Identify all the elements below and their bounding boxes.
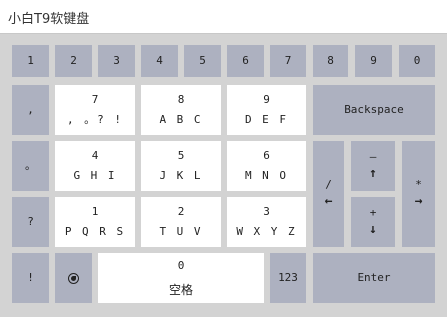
key-1-label: 1 — [27, 54, 34, 67]
t9-key-0-space[interactable]: 0 空格 — [98, 253, 264, 303]
key-question[interactable]: ? — [12, 197, 49, 247]
t9-key-3-letters: W X Y Z — [236, 225, 297, 238]
key-period-label: 。 — [25, 159, 36, 172]
key-question-label: ? — [27, 215, 34, 228]
key-period[interactable]: 。 — [12, 141, 49, 191]
t9-key-5-digit: 5 — [177, 149, 185, 162]
key-9[interactable]: 9 — [355, 45, 392, 77]
backspace-label: Backspace — [344, 103, 404, 116]
t9-key-2-digit: 2 — [177, 205, 185, 218]
arrow-up-icon: ↑ — [369, 166, 377, 181]
t9-key-3[interactable]: 3 W X Y Z — [227, 197, 306, 247]
t9-key-2[interactable]: 2 T U V — [141, 197, 221, 247]
t9-keyboard-window: 小白T9软键盘 1 2 3 4 5 6 7 8 9 0 , 。 ? ! 7 , … — [0, 0, 447, 317]
key-exclaim-label: ! — [27, 271, 34, 284]
t9-key-6[interactable]: 6 M N O — [227, 141, 306, 191]
t9-key-8[interactable]: 8 A B C — [141, 85, 221, 135]
mode-123-button[interactable]: 123 — [270, 253, 306, 303]
key-8[interactable]: 8 — [313, 45, 348, 77]
window-title: 小白T9软键盘 — [8, 12, 90, 27]
t9-key-0-digit: 0 — [177, 258, 185, 272]
t9-key-6-digit: 6 — [263, 149, 270, 162]
t9-key-7-letters: , 。? ! — [66, 113, 124, 126]
t9-key-9-digit: 9 — [263, 93, 270, 106]
key-2-label: 2 — [70, 54, 77, 67]
key-4[interactable]: 4 — [141, 45, 178, 77]
key-0[interactable]: 0 — [399, 45, 435, 77]
t9-key-7-digit: 7 — [91, 93, 99, 106]
key-5[interactable]: 5 — [184, 45, 221, 77]
slash-left-key[interactable]: / ← — [313, 141, 344, 247]
key-3-label: 3 — [113, 54, 120, 67]
t9-key-5[interactable]: 5 J K L — [141, 141, 221, 191]
enter-button[interactable]: Enter — [313, 253, 435, 303]
arrow-left-icon: ← — [324, 194, 333, 209]
mode-123-label: 123 — [278, 271, 298, 284]
key-comma-label: , — [27, 103, 34, 116]
star-symbol: * — [415, 178, 422, 191]
t9-key-8-digit: 8 — [177, 93, 185, 106]
t9-key-1[interactable]: 1 P Q R S — [55, 197, 135, 247]
key-7[interactable]: 7 — [270, 45, 306, 77]
t9-key-4[interactable]: 4 G H I — [55, 141, 135, 191]
t9-key-7[interactable]: 7 , 。? ! — [55, 85, 135, 135]
t9-key-1-letters: P Q R S — [64, 225, 126, 238]
space-label: 空格 — [168, 282, 193, 297]
t9-key-4-digit: 4 — [91, 149, 99, 162]
backspace-button[interactable]: Backspace — [313, 85, 435, 135]
key-4-label: 4 — [156, 54, 163, 67]
globe-icon — [68, 272, 79, 284]
t9-key-3-digit: 3 — [263, 205, 270, 218]
slash-symbol: / — [325, 178, 332, 191]
key-7-label: 7 — [284, 54, 292, 67]
t9-key-4-letters: G H I — [73, 169, 117, 182]
key-5-label: 5 — [199, 54, 206, 67]
key-3[interactable]: 3 — [98, 45, 135, 77]
title-bar: 小白T9软键盘 — [0, 0, 447, 34]
minus-up-key[interactable]: – ↑ — [351, 141, 395, 191]
t9-key-6-letters: M N O — [244, 169, 289, 182]
key-2[interactable]: 2 — [55, 45, 92, 77]
t9-key-1-digit: 1 — [91, 205, 99, 218]
minus-symbol: – — [369, 150, 377, 163]
arrow-right-icon: → — [414, 194, 423, 209]
t9-key-5-letters: J K L — [159, 169, 203, 182]
key-8-label: 8 — [327, 54, 334, 67]
key-1[interactable]: 1 — [12, 45, 49, 77]
star-right-key[interactable]: * → — [402, 141, 435, 247]
key-exclaim[interactable]: ! — [12, 253, 49, 303]
key-0-label: 0 — [413, 54, 421, 67]
plus-symbol: + — [369, 206, 377, 219]
plus-down-key[interactable]: + ↓ — [351, 197, 395, 247]
t9-key-8-letters: A B C — [159, 113, 203, 126]
t9-key-2-letters: T U V — [159, 225, 203, 238]
arrow-down-icon: ↓ — [369, 222, 377, 237]
key-6-label: 6 — [242, 54, 249, 67]
key-6[interactable]: 6 — [227, 45, 264, 77]
key-comma[interactable]: , — [12, 85, 49, 135]
t9-key-9[interactable]: 9 D E F — [227, 85, 306, 135]
enter-label: Enter — [357, 271, 391, 284]
language-switch-button[interactable] — [55, 253, 92, 303]
t9-key-9-letters: D E F — [244, 113, 289, 126]
key-9-label: 9 — [370, 54, 377, 67]
